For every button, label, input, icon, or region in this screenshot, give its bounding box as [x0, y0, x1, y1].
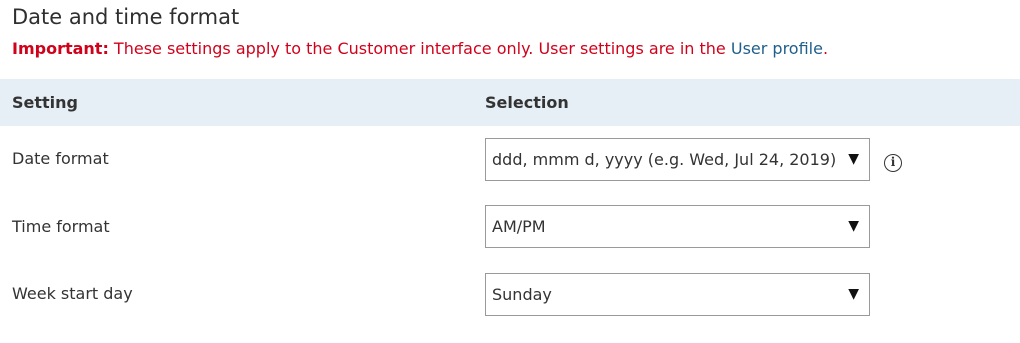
user-profile-link[interactable]: User profile — [731, 39, 823, 58]
table-header-row: Setting Selection — [0, 79, 1020, 126]
important-notice: Important: These settings apply to the C… — [12, 38, 828, 60]
notice-text: These settings apply to the Customer int… — [108, 39, 731, 58]
setting-column-header: Setting — [12, 93, 78, 112]
date-time-format-page: Date and time format Important: These se… — [0, 0, 1020, 343]
selection-column-header: Selection — [485, 93, 569, 112]
week-start-day-label: Week start day — [12, 284, 133, 303]
time-format-label: Time format — [12, 217, 110, 236]
week-start-day-select[interactable]: Sunday ▼ — [485, 273, 870, 316]
important-label: Important: — [12, 39, 109, 58]
notice-suffix: . — [822, 39, 829, 58]
date-format-select[interactable]: ddd, mmm d, yyyy (e.g. Wed, Jul 24, 2019… — [485, 138, 870, 181]
page-title: Date and time format — [12, 5, 240, 29]
info-icon[interactable]: i — [884, 154, 902, 172]
date-format-label: Date format — [12, 149, 109, 168]
date-format-value: ddd, mmm d, yyyy (e.g. Wed, Jul 24, 2019… — [492, 150, 837, 169]
time-format-value: AM/PM — [492, 217, 546, 236]
dropdown-arrow-icon: ▼ — [848, 151, 859, 167]
time-format-select[interactable]: AM/PM ▼ — [485, 205, 870, 248]
dropdown-arrow-icon: ▼ — [848, 218, 859, 234]
dropdown-arrow-icon: ▼ — [848, 286, 859, 302]
week-start-day-value: Sunday — [492, 285, 552, 304]
